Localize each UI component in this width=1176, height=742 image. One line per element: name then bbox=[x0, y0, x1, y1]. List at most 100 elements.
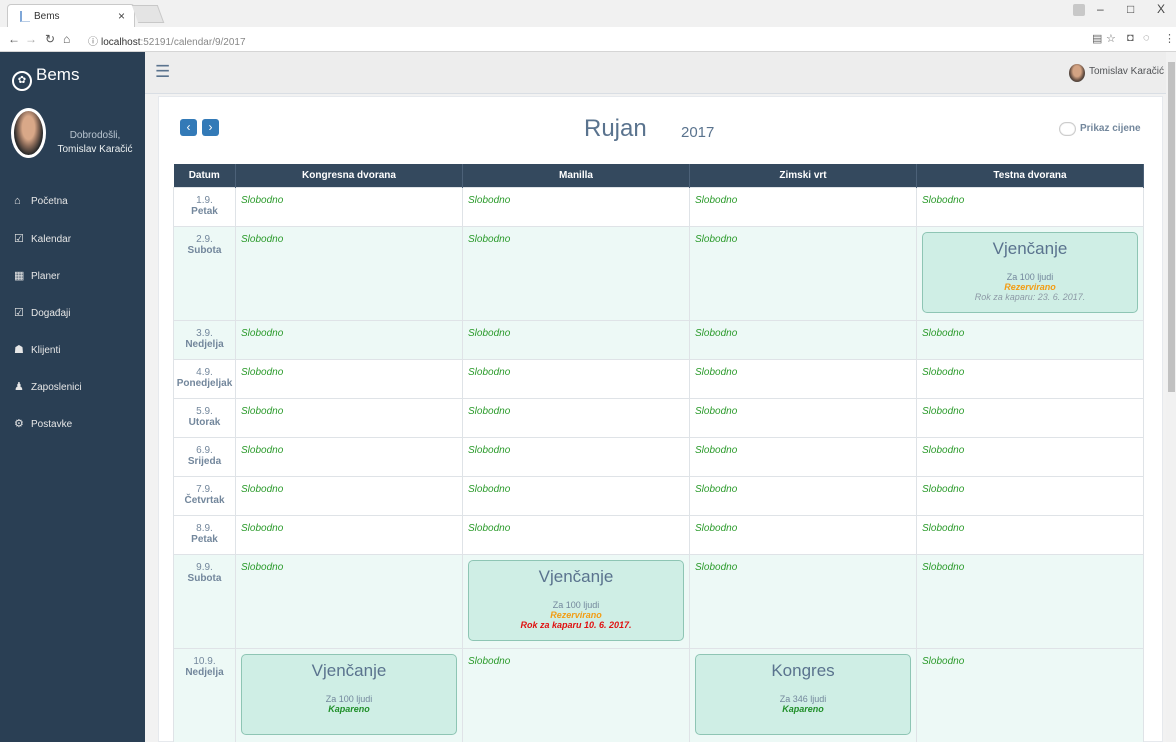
free-slot-label[interactable]: Slobodno bbox=[922, 523, 964, 534]
free-slot-label[interactable]: Slobodno bbox=[695, 328, 737, 339]
slot-cell[interactable]: Vjenčanje Za 100 ljudi Rezervirano Rok za k… bbox=[462, 553, 690, 649]
slot-cell[interactable]: Slobodno bbox=[462, 225, 690, 321]
prev-month-button[interactable]: ‹ bbox=[180, 119, 197, 136]
free-slot-label[interactable]: Slobodno bbox=[241, 367, 283, 378]
free-slot-label[interactable]: Slobodno bbox=[922, 406, 964, 417]
slot-cell[interactable]: Slobodno bbox=[916, 647, 1144, 742]
free-slot-label[interactable]: Slobodno bbox=[241, 562, 283, 573]
free-slot-label[interactable]: Slobodno bbox=[241, 484, 283, 495]
free-slot-label[interactable]: Slobodno bbox=[695, 367, 737, 378]
free-slot-label[interactable]: Slobodno bbox=[241, 523, 283, 534]
price-toggle[interactable] bbox=[1059, 122, 1076, 136]
slot-cell[interactable]: Slobodno bbox=[916, 358, 1144, 399]
free-slot-label[interactable]: Slobodno bbox=[468, 328, 510, 339]
browser-menu-icon[interactable]: ⋮ bbox=[1164, 32, 1175, 45]
free-slot-label[interactable]: Slobodno bbox=[922, 328, 964, 339]
sidebar-item-zaposlenici[interactable]: ♟ Zaposlenici bbox=[0, 367, 145, 404]
free-slot-label[interactable]: Slobodno bbox=[241, 445, 283, 456]
slot-cell[interactable]: Slobodno bbox=[235, 397, 463, 438]
translate-icon[interactable]: ▤ bbox=[1092, 32, 1102, 45]
free-slot-label[interactable]: Slobodno bbox=[695, 562, 737, 573]
slot-cell[interactable]: Slobodno bbox=[235, 475, 463, 516]
scrollbar-thumb[interactable] bbox=[1168, 62, 1175, 392]
slot-cell[interactable]: Slobodno bbox=[689, 319, 917, 360]
slot-cell[interactable]: Slobodno bbox=[462, 514, 690, 555]
close-window-button[interactable]: X bbox=[1157, 2, 1165, 16]
sidebar-item-postavke[interactable]: ⚙ Postavke bbox=[0, 404, 145, 441]
slot-cell[interactable]: Slobodno bbox=[462, 647, 690, 742]
free-slot-label[interactable]: Slobodno bbox=[468, 523, 510, 534]
free-slot-label[interactable]: Slobodno bbox=[922, 562, 964, 573]
sidebar-item-kalendar[interactable]: ☑ Kalendar bbox=[0, 219, 145, 256]
event-card[interactable]: Vjenčanje Za 100 ljudi Rezervirano Rok za k… bbox=[922, 231, 1138, 313]
free-slot-label[interactable]: Slobodno bbox=[695, 445, 737, 456]
minimize-button[interactable]: – bbox=[1097, 2, 1104, 16]
slot-cell[interactable]: Slobodno bbox=[235, 553, 463, 649]
slot-cell[interactable]: Slobodno bbox=[689, 186, 917, 227]
free-slot-label[interactable]: Slobodno bbox=[922, 195, 964, 206]
slot-cell[interactable]: Slobodno bbox=[916, 553, 1144, 649]
slot-cell[interactable]: Slobodno bbox=[235, 186, 463, 227]
slot-cell[interactable]: Slobodno bbox=[689, 553, 917, 649]
slot-cell[interactable]: Vjenčanje Za 100 ljudi Kapareno bbox=[235, 647, 463, 742]
slot-cell[interactable]: Slobodno bbox=[689, 397, 917, 438]
slot-cell[interactable]: Slobodno bbox=[462, 475, 690, 516]
home-page-icon[interactable]: ⌂ bbox=[63, 32, 70, 46]
free-slot-label[interactable]: Slobodno bbox=[695, 523, 737, 534]
site-info-icon[interactable]: ⓘ bbox=[88, 37, 98, 48]
free-slot-label[interactable]: Slobodno bbox=[695, 484, 737, 495]
free-slot-label[interactable]: Slobodno bbox=[241, 328, 283, 339]
free-slot-label[interactable]: Slobodno bbox=[468, 367, 510, 378]
maximize-button[interactable]: □ bbox=[1127, 2, 1134, 16]
free-slot-label[interactable]: Slobodno bbox=[468, 484, 510, 495]
slot-cell[interactable]: Slobodno bbox=[235, 436, 463, 477]
slot-cell[interactable]: Slobodno bbox=[689, 358, 917, 399]
sidebar-item-klijenti[interactable]: ☗ Klijenti bbox=[0, 330, 145, 367]
free-slot-label[interactable]: Slobodno bbox=[468, 406, 510, 417]
slot-cell[interactable]: Slobodno bbox=[916, 475, 1144, 516]
reload-icon[interactable]: ↻ bbox=[45, 32, 55, 46]
menu-toggle-icon[interactable]: ☰ bbox=[155, 62, 170, 82]
slot-cell[interactable]: Slobodno bbox=[462, 358, 690, 399]
slot-cell[interactable]: Slobodno bbox=[916, 436, 1144, 477]
sidebar-item-planer[interactable]: ▦ Planer bbox=[0, 256, 145, 293]
free-slot-label[interactable]: Slobodno bbox=[241, 406, 283, 417]
browser-tab[interactable]: Bems × bbox=[7, 4, 135, 28]
slot-cell[interactable]: Slobodno bbox=[235, 514, 463, 555]
free-slot-label[interactable]: Slobodno bbox=[695, 195, 737, 206]
slot-cell[interactable]: Slobodno bbox=[916, 186, 1144, 227]
free-slot-label[interactable]: Slobodno bbox=[695, 406, 737, 417]
tab-close-icon[interactable]: × bbox=[118, 9, 125, 23]
sidebar-item-dogadaji[interactable]: ☑ Događaji bbox=[0, 293, 145, 330]
free-slot-label[interactable]: Slobodno bbox=[922, 656, 964, 667]
event-card[interactable]: Vjenčanje Za 100 ljudi Kapareno bbox=[241, 653, 457, 735]
url-input[interactable]: ⓘ localhost:52191/calendar/9/2017 bbox=[82, 30, 1082, 48]
slot-cell[interactable]: Slobodno bbox=[235, 358, 463, 399]
next-month-button[interactable]: › bbox=[202, 119, 219, 136]
slot-cell[interactable]: Slobodno bbox=[235, 319, 463, 360]
slot-cell[interactable]: Slobodno bbox=[462, 186, 690, 227]
browser-profile-icon[interactable] bbox=[1073, 4, 1085, 16]
back-icon[interactable]: ← bbox=[8, 32, 20, 46]
free-slot-label[interactable]: Slobodno bbox=[468, 445, 510, 456]
slot-cell[interactable]: Slobodno bbox=[235, 225, 463, 321]
user-menu-dropdown[interactable]: Tomislav Karačić ⌄ bbox=[1089, 66, 1175, 77]
free-slot-label[interactable]: Slobodno bbox=[468, 234, 510, 245]
slot-cell[interactable]: Slobodno bbox=[462, 319, 690, 360]
free-slot-label[interactable]: Slobodno bbox=[468, 656, 510, 667]
free-slot-label[interactable]: Slobodno bbox=[241, 234, 283, 245]
free-slot-label[interactable]: Slobodno bbox=[922, 445, 964, 456]
slot-cell[interactable]: Slobodno bbox=[916, 319, 1144, 360]
extension-shield-icon[interactable]: ◌ bbox=[1143, 32, 1150, 44]
slot-cell[interactable]: Slobodno bbox=[689, 436, 917, 477]
page-scrollbar[interactable] bbox=[1166, 52, 1176, 742]
free-slot-label[interactable]: Slobodno bbox=[241, 195, 283, 206]
slot-cell[interactable]: Slobodno bbox=[462, 397, 690, 438]
free-slot-label[interactable]: Slobodno bbox=[922, 484, 964, 495]
new-tab-button[interactable] bbox=[131, 5, 165, 23]
slot-cell[interactable]: Slobodno bbox=[916, 397, 1144, 438]
slot-cell[interactable]: Slobodno bbox=[462, 436, 690, 477]
slot-cell[interactable]: Vjenčanje Za 100 ljudi Rezervirano Rok za k… bbox=[916, 225, 1144, 321]
sidebar-item-pocetna[interactable]: ⌂ Početna bbox=[0, 182, 145, 219]
slot-cell[interactable]: Slobodno bbox=[916, 514, 1144, 555]
